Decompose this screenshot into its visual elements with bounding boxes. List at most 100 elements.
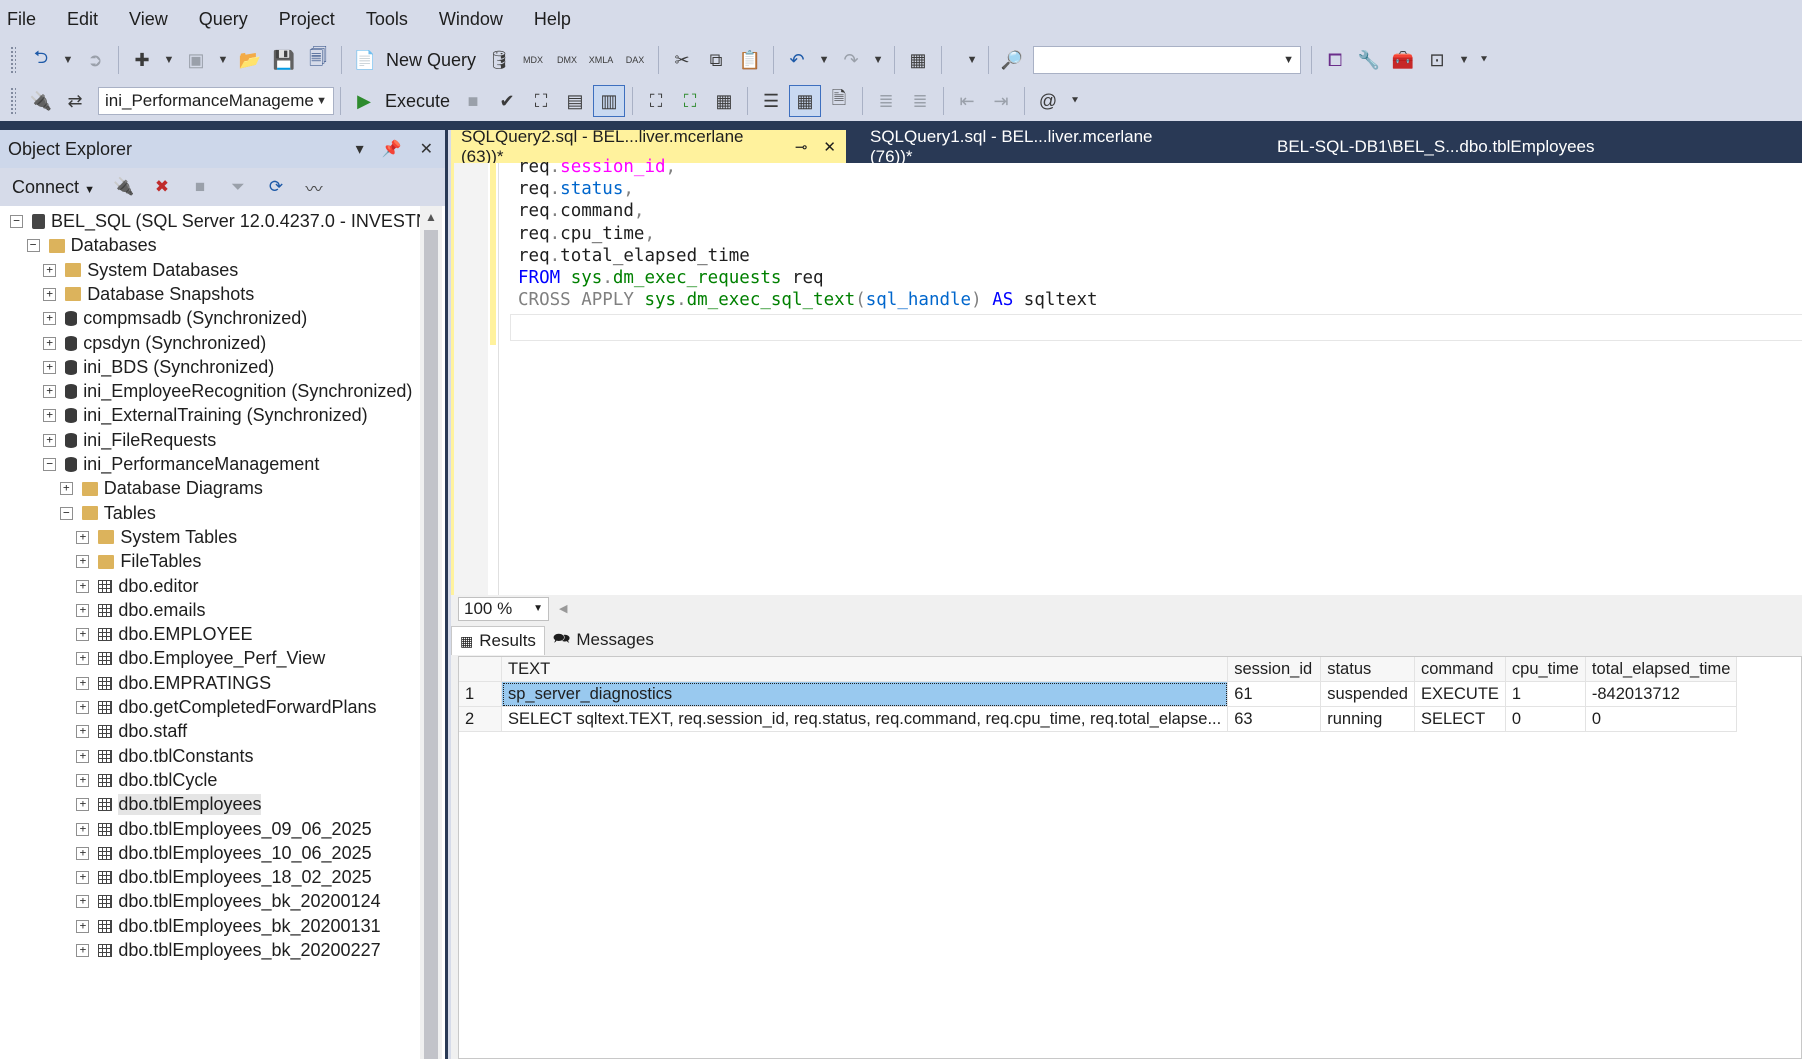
tree-node[interactable]: + dbo.tblCycle	[76, 767, 217, 794]
comment-lines-icon[interactable]: ≣	[871, 86, 901, 116]
scroll-up-icon[interactable]: ▲	[420, 206, 442, 228]
close-icon[interactable]: ✕	[420, 139, 433, 159]
stop-icon[interactable]: ■	[458, 86, 488, 116]
cell-cpu-time[interactable]: 0	[1505, 706, 1586, 732]
tree-node[interactable]: − ini_PerformanceManagement	[43, 451, 319, 478]
results-grid[interactable]: TEXT session_id status command cpu_time …	[458, 656, 1802, 1059]
connect-button[interactable]: Connect ▼	[12, 177, 95, 198]
expand-icon[interactable]: +	[76, 676, 90, 690]
execute-icon[interactable]: ▶	[349, 86, 379, 116]
save-icon[interactable]: 💾	[269, 45, 299, 75]
expand-icon[interactable]: +	[43, 336, 57, 350]
column-header-status[interactable]: status	[1320, 657, 1415, 682]
tree-node[interactable]: + dbo.tblEmployees_10_06_2025	[76, 840, 372, 867]
expand-icon[interactable]: +	[76, 749, 90, 763]
table-row[interactable]: 1 sp_server_diagnostics 61 suspended EXE…	[459, 681, 1738, 707]
cell-cpu-time[interactable]: 1	[1505, 681, 1586, 707]
new-project-icon[interactable]: ✚	[127, 45, 157, 75]
solution-config-dropdown-icon[interactable]: ▼	[964, 45, 980, 75]
menu-item-query[interactable]: Query	[192, 9, 262, 30]
redo-icon[interactable]: ↷	[836, 45, 866, 75]
undo-dropdown-icon[interactable]: ▼	[816, 45, 832, 75]
filter-icon[interactable]: ⏷	[221, 172, 255, 202]
tree-node[interactable]: + Database Diagrams	[59, 475, 263, 502]
expand-icon[interactable]: +	[76, 822, 90, 836]
column-header-cpu-time[interactable]: cpu_time	[1505, 657, 1586, 682]
tree-node[interactable]: + dbo.tblEmployees_bk_20200227	[76, 937, 381, 964]
uncomment-lines-icon[interactable]: ≣	[905, 86, 935, 116]
tree-node[interactable]: + FileTables	[76, 548, 201, 575]
copy-icon[interactable]: ⧉	[701, 45, 731, 75]
connect-plug-icon[interactable]: 🔌	[26, 86, 56, 116]
find-in-files-icon[interactable]: 🔎	[997, 45, 1027, 75]
tree-node[interactable]: + ini_EmployeeRecognition (Synchronized)	[43, 378, 412, 405]
decrease-indent-icon[interactable]: ⇤	[952, 86, 982, 116]
back-dropdown-icon[interactable]: ▼	[60, 45, 76, 75]
expand-icon[interactable]: +	[43, 409, 57, 423]
tree-node[interactable]: + System Tables	[76, 524, 237, 551]
menu-item-help[interactable]: Help	[527, 9, 585, 30]
back-icon[interactable]: ⮌	[26, 45, 56, 75]
tree-node[interactable]: + System Databases	[43, 257, 238, 284]
save-all-icon[interactable]: 🗐	[303, 45, 333, 75]
tree-node[interactable]: + dbo.getCompletedForwardPlans	[76, 694, 377, 721]
expand-icon[interactable]: +	[76, 628, 90, 642]
activity-monitor-icon[interactable]: 〰	[297, 172, 331, 202]
expand-icon[interactable]: +	[76, 652, 90, 666]
expand-icon[interactable]: +	[76, 701, 90, 714]
toolbar-overflow-icon[interactable]: ⯆	[1067, 86, 1083, 116]
cut-icon[interactable]: ✂	[667, 45, 697, 75]
pin-icon[interactable]: ⊸	[795, 138, 808, 156]
tree-node[interactable]: + ini_ExternalTraining (Synchronized)	[43, 402, 368, 429]
change-connection-icon[interactable]: ⇄	[60, 86, 90, 116]
expand-icon[interactable]: +	[76, 773, 90, 787]
tree-node[interactable]: − Databases	[26, 232, 157, 259]
expand-icon[interactable]: +	[76, 895, 90, 909]
cell-status[interactable]: running	[1320, 706, 1415, 732]
menu-item-window[interactable]: Window	[432, 9, 517, 30]
menu-item-project[interactable]: Project	[272, 9, 349, 30]
expand-icon[interactable]: +	[76, 846, 90, 860]
toolbar-overflow-icon[interactable]: ⯆	[1476, 45, 1492, 75]
increase-indent-icon[interactable]: ⇥	[986, 86, 1016, 116]
collapse-icon[interactable]: −	[43, 458, 57, 471]
menu-item-view[interactable]: View	[122, 9, 182, 30]
add-item-dropdown-icon[interactable]: ▼	[215, 45, 231, 75]
tab-results[interactable]: ▦ Results	[451, 626, 545, 655]
menu-item-edit[interactable]: Edit	[60, 9, 112, 30]
expand-icon[interactable]: +	[43, 312, 57, 326]
expand-icon[interactable]: +	[43, 287, 57, 301]
forward-icon[interactable]: ➲	[80, 45, 110, 75]
column-header-total-elapsed-time[interactable]: total_elapsed_time	[1585, 657, 1738, 682]
command-window-dropdown-icon[interactable]: ▼	[1456, 45, 1472, 75]
tab-sqlquery1[interactable]: SQLQuery1.sql - BEL...liver.mcerlane (76…	[860, 127, 1200, 166]
results-to-file-icon[interactable]: 🗎	[824, 86, 854, 116]
table-row[interactable]: 2 SELECT sqltext.TEXT, req.session_id, r…	[459, 706, 1738, 732]
dmx-query-icon[interactable]: DMX	[552, 45, 582, 75]
tab-tblemployees[interactable]: BEL-SQL-DB1\BEL_S...dbo.tblEmployees	[1267, 130, 1647, 163]
cell-command[interactable]: SELECT	[1414, 706, 1506, 732]
execute-button[interactable]: Execute	[385, 91, 450, 112]
expand-icon[interactable]: +	[76, 555, 90, 569]
expand-icon[interactable]: +	[76, 798, 90, 812]
column-header-text[interactable]: TEXT	[501, 657, 1229, 682]
tree-node[interactable]: + dbo.emails	[76, 597, 205, 624]
expand-icon[interactable]: +	[76, 919, 90, 933]
tab-messages[interactable]: 🗪 Messages	[545, 626, 662, 654]
tree-node[interactable]: + cpsdyn (Synchronized)	[43, 330, 266, 357]
cell-session-id[interactable]: 63	[1227, 706, 1322, 732]
collapse-icon[interactable]: −	[59, 506, 73, 520]
expand-icon[interactable]: +	[43, 385, 57, 399]
tree-node[interactable]: + dbo.tblEmployees_18_02_2025	[76, 864, 372, 891]
database-selector[interactable]: ini_PerformanceManageme ▼	[98, 87, 334, 115]
cell-text[interactable]: sp_server_diagnostics	[501, 681, 1229, 707]
display-estimated-plan-icon[interactable]: ⛶	[526, 86, 556, 116]
properties-wrench-icon[interactable]: 🔧	[1354, 45, 1384, 75]
specify-template-values-icon[interactable]: @	[1033, 86, 1063, 116]
toolbar-grip[interactable]	[10, 87, 16, 115]
stop-icon[interactable]: ■	[183, 172, 217, 202]
pin-icon[interactable]: 📌	[382, 139, 402, 159]
menu-item-file[interactable]: File	[0, 9, 50, 30]
tree-node[interactable]: + dbo.tblEmployees_bk_20200131	[76, 913, 381, 940]
tree-node[interactable]: + dbo.tblEmployees	[76, 791, 262, 818]
